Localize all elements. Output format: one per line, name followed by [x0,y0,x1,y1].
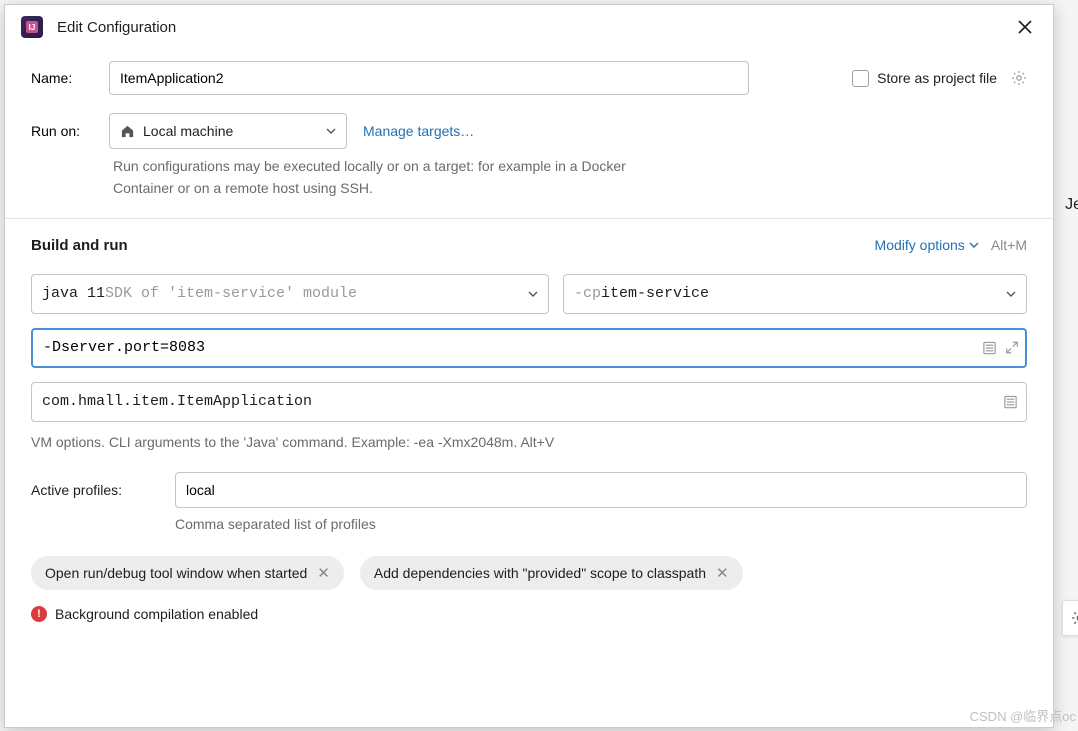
gear-icon [1071,609,1078,627]
run-on-hint: Run configurations may be executed local… [113,155,633,200]
modify-options-label: Modify options [875,237,965,253]
sdk-value: java 11 [42,285,105,302]
run-on-label: Run on: [31,123,109,139]
modify-options-shortcut: Alt+M [991,237,1027,253]
dialog-title: Edit Configuration [57,19,1013,36]
home-icon [120,124,135,139]
options-chips: Open run/debug tool window when started … [31,556,1027,590]
cp-value: item-service [601,285,709,302]
warning-row: ! Background compilation enabled [31,606,1027,622]
build-run-header: Build and run Modify options Alt+M [31,237,1027,254]
vm-options-input[interactable] [31,328,1027,368]
vm-input-icons [982,340,1019,355]
chevron-down-icon [969,240,979,250]
name-label: Name: [31,70,109,86]
tool-window-chip[interactable]: Open run/debug tool window when started … [31,556,344,590]
main-class-icons [1003,394,1018,409]
close-icon [1017,19,1033,35]
classpath-select[interactable]: -cp item-service [563,274,1027,314]
run-on-value: Local machine [143,123,233,139]
list-icon[interactable] [1003,394,1018,409]
close-icon[interactable]: ✕ [317,564,330,582]
list-icon[interactable] [982,340,997,355]
intellij-icon: IJ [21,16,43,38]
sdk-select[interactable]: java 11 SDK of 'item-service' module [31,274,549,314]
store-as-project-checkbox[interactable] [852,70,869,87]
chevron-down-icon [528,289,538,299]
edit-configuration-dialog: IJ Edit Configuration Name: Store as pro… [4,4,1054,728]
build-run-title: Build and run [31,237,875,254]
close-icon[interactable]: ✕ [716,564,729,582]
manage-targets-link[interactable]: Manage targets… [363,123,474,139]
profiles-row: Active profiles: [31,472,1027,508]
close-button[interactable] [1013,15,1037,39]
name-input[interactable] [109,61,749,95]
titlebar: IJ Edit Configuration [5,5,1053,49]
gear-icon[interactable] [1011,70,1027,86]
main-class-input[interactable]: com.hmall.item.ItemApplication [31,382,1027,422]
profiles-hint: Comma separated list of profiles [175,516,1027,532]
vm-options-wrapper [31,328,1027,368]
side-settings-button[interactable] [1062,600,1078,636]
name-row: Name: Store as project file [31,61,1027,95]
provided-scope-chip[interactable]: Add dependencies with "provided" scope t… [360,556,743,590]
divider [5,218,1053,219]
sdk-suffix: SDK of 'item-service' module [105,285,357,302]
watermark: CSDN @临界点oc [970,706,1076,725]
cp-prefix: -cp [574,285,601,302]
dialog-content: Name: Store as project file Run on: Loca… [5,49,1053,634]
main-class-value: com.hmall.item.ItemApplication [42,393,312,410]
profiles-input[interactable] [175,472,1027,508]
provided-scope-chip-label: Add dependencies with "provided" scope t… [374,565,706,581]
background-text: Je [1065,196,1078,214]
vm-options-help: VM options. CLI arguments to the 'Java' … [31,434,1027,450]
tool-window-chip-label: Open run/debug tool window when started [45,565,307,581]
chevron-down-icon [326,126,336,136]
modify-options-link[interactable]: Modify options [875,237,979,253]
profiles-label: Active profiles: [31,482,161,498]
run-on-row: Run on: Local machine Manage targets… [31,113,1027,149]
sdk-cp-row: java 11 SDK of 'item-service' module -cp… [31,274,1027,314]
warning-text: Background compilation enabled [55,606,258,622]
expand-icon[interactable] [1005,341,1019,355]
run-on-select[interactable]: Local machine [109,113,347,149]
store-as-project-wrap: Store as project file [852,70,1027,87]
error-icon: ! [31,606,47,622]
chevron-down-icon [1006,289,1016,299]
store-as-project-label: Store as project file [877,70,997,86]
